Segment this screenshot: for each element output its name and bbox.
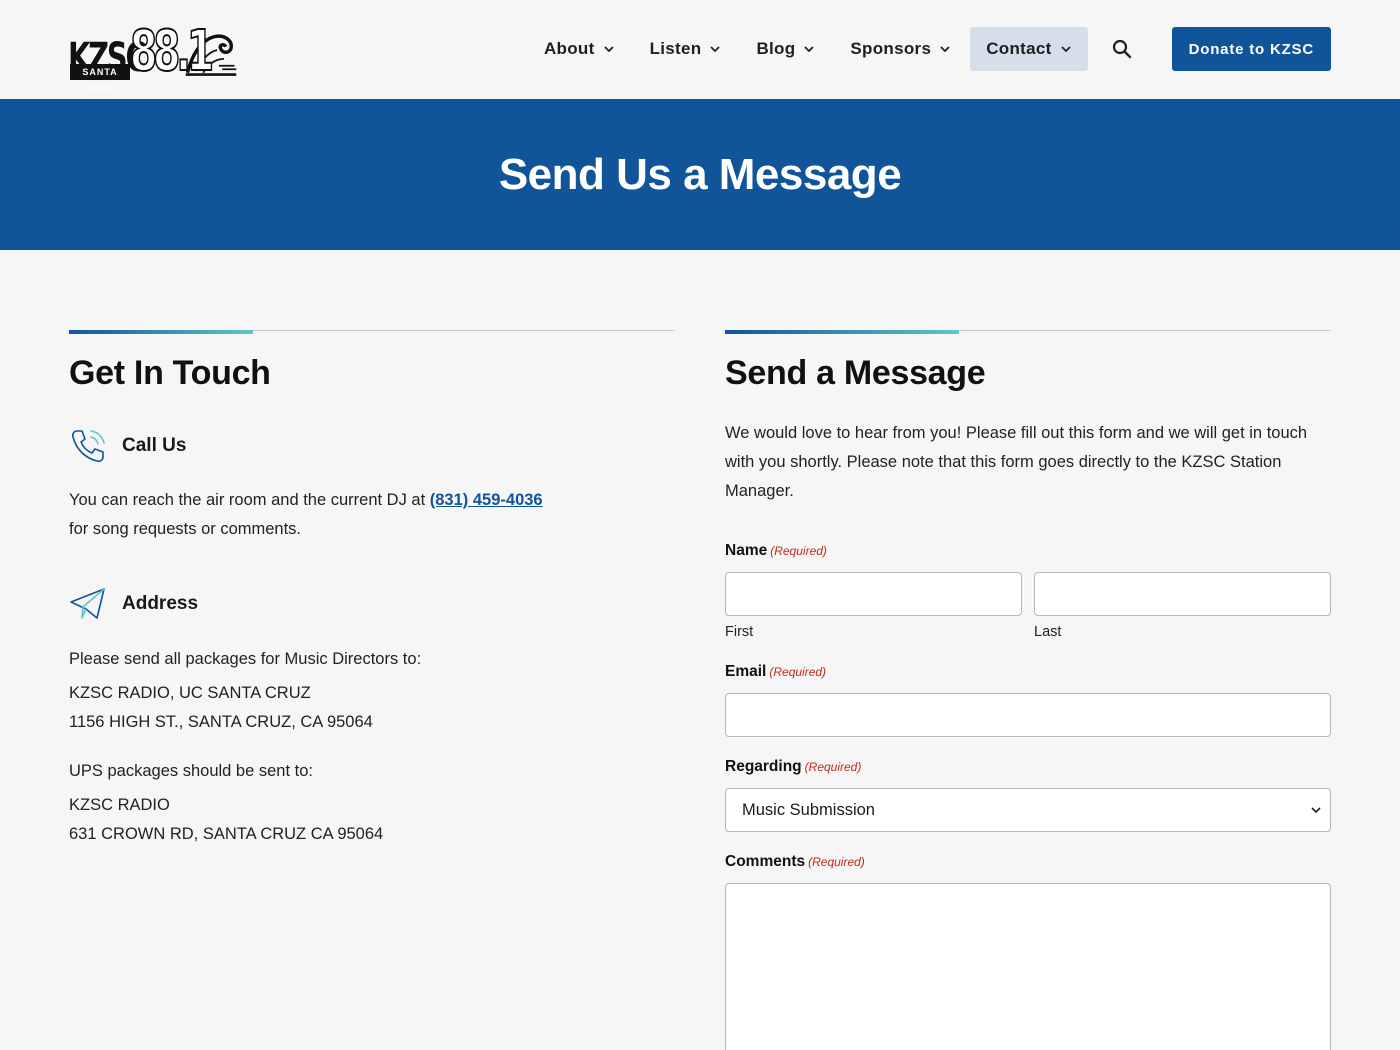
chevron-down-icon — [603, 46, 614, 53]
donate-button[interactable]: Donate to KZSC — [1171, 27, 1331, 71]
name-fields-row: First Last — [725, 572, 1331, 640]
required-marker: (Required) — [769, 665, 827, 679]
chevron-down-icon — [1311, 807, 1321, 814]
get-in-touch-title: Get In Touch — [69, 354, 271, 392]
regarding-select[interactable]: Music Submission — [725, 788, 1331, 832]
regarding-label: Regarding — [725, 758, 802, 775]
email-label: Email — [725, 663, 767, 680]
comments-label: Comments — [725, 853, 806, 870]
paper-plane-icon — [70, 588, 105, 619]
call-us-heading: Call Us — [69, 427, 675, 465]
comments-field-label: Comments (Required) — [725, 853, 1331, 871]
ups-address-line-1: KZSC RADIO — [69, 796, 170, 814]
call-us-text: You can reach the air room and the curre… — [69, 486, 675, 544]
nav-item-sponsors[interactable]: Sponsors — [834, 27, 967, 71]
regarding-field-label: Regarding (Required) — [725, 758, 1331, 776]
music-directors-intro: Please send all packages for Music Direc… — [69, 650, 422, 668]
first-name-sublabel: First — [725, 624, 754, 640]
last-name-input[interactable] — [1034, 572, 1331, 616]
phone-link[interactable]: (831) 459-4036 — [430, 491, 543, 509]
logo-wordmark: KZSC SANTA CRUZ — [68, 22, 147, 93]
nav-label: Blog — [756, 39, 796, 58]
site-header: KZSC SANTA CRUZ 88.1 About Listen Blog S… — [0, 0, 1400, 99]
name-label: Name — [725, 542, 768, 559]
nav-item-contact[interactable]: Contact — [970, 27, 1088, 71]
logo-frequency-text: 88.1 — [129, 19, 215, 84]
nav-label: Contact — [986, 39, 1052, 58]
call-us-label: Call Us — [122, 435, 187, 456]
nav-item-blog[interactable]: Blog — [740, 27, 831, 71]
section-divider — [69, 330, 675, 334]
chevron-down-icon — [1060, 46, 1071, 53]
logo-santa-cruz-text: SANTA CRUZ — [70, 64, 130, 93]
nav-item-listen[interactable]: Listen — [634, 27, 738, 71]
last-name-sublabel: Last — [1034, 624, 1062, 640]
chevron-down-icon — [940, 46, 950, 53]
required-marker: (Required) — [770, 544, 827, 558]
last-name-group: Last — [1034, 572, 1331, 640]
call-us-text-after: for song requests or comments. — [69, 520, 302, 538]
email-field-label: Email (Required) — [725, 663, 1331, 681]
first-name-group: First — [725, 572, 1022, 640]
name-field-label: Name (Required) — [725, 542, 1331, 560]
search-button[interactable] — [1100, 27, 1144, 71]
call-us-text-before: You can reach the air room and the curre… — [69, 491, 430, 509]
nav-item-about[interactable]: About — [528, 27, 631, 71]
send-message-title: Send a Message — [725, 354, 986, 392]
address-label: Address — [122, 593, 199, 614]
search-icon — [1112, 39, 1131, 59]
phone-icon — [71, 430, 105, 463]
get-in-touch-section: Get In Touch Call Us You can reach the a… — [69, 330, 675, 849]
chevron-down-icon — [710, 46, 721, 53]
form-intro-text: We would love to hear from you! Please f… — [725, 424, 1308, 500]
address-heading: Address — [69, 587, 675, 621]
comments-textarea[interactable] — [725, 883, 1331, 1050]
music-address-line-2: 1156 HIGH ST., SANTA CRUZ, CA 95064 — [69, 713, 373, 731]
ups-address-line-2: 631 CROWN RD, SANTA CRUZ CA 95064 — [69, 825, 384, 843]
send-message-section: Send a Message We would love to hear fro… — [725, 330, 1331, 1050]
first-name-input[interactable] — [725, 572, 1022, 616]
hero-banner: Send Us a Message — [0, 99, 1400, 250]
nav-label: Sponsors — [850, 39, 932, 58]
email-input[interactable] — [725, 693, 1331, 737]
music-address-line-1: KZSC RADIO, UC SANTA CRUZ — [69, 684, 311, 702]
kzsc-logo[interactable]: KZSC SANTA CRUZ 88.1 — [68, 18, 238, 93]
regarding-selected-value: Music Submission — [742, 800, 875, 819]
nav-label: About — [543, 39, 595, 58]
main-nav: About Listen Blog Sponsors Contact Donat… — [525, 27, 1331, 71]
required-marker: (Required) — [804, 760, 862, 774]
page-title: Send Us a Message — [498, 150, 902, 199]
nav-label: Listen — [649, 39, 702, 58]
required-marker: (Required) — [808, 855, 865, 869]
chevron-down-icon — [804, 46, 815, 53]
section-divider — [725, 330, 1331, 334]
ups-intro: UPS packages should be sent to: — [69, 762, 313, 780]
